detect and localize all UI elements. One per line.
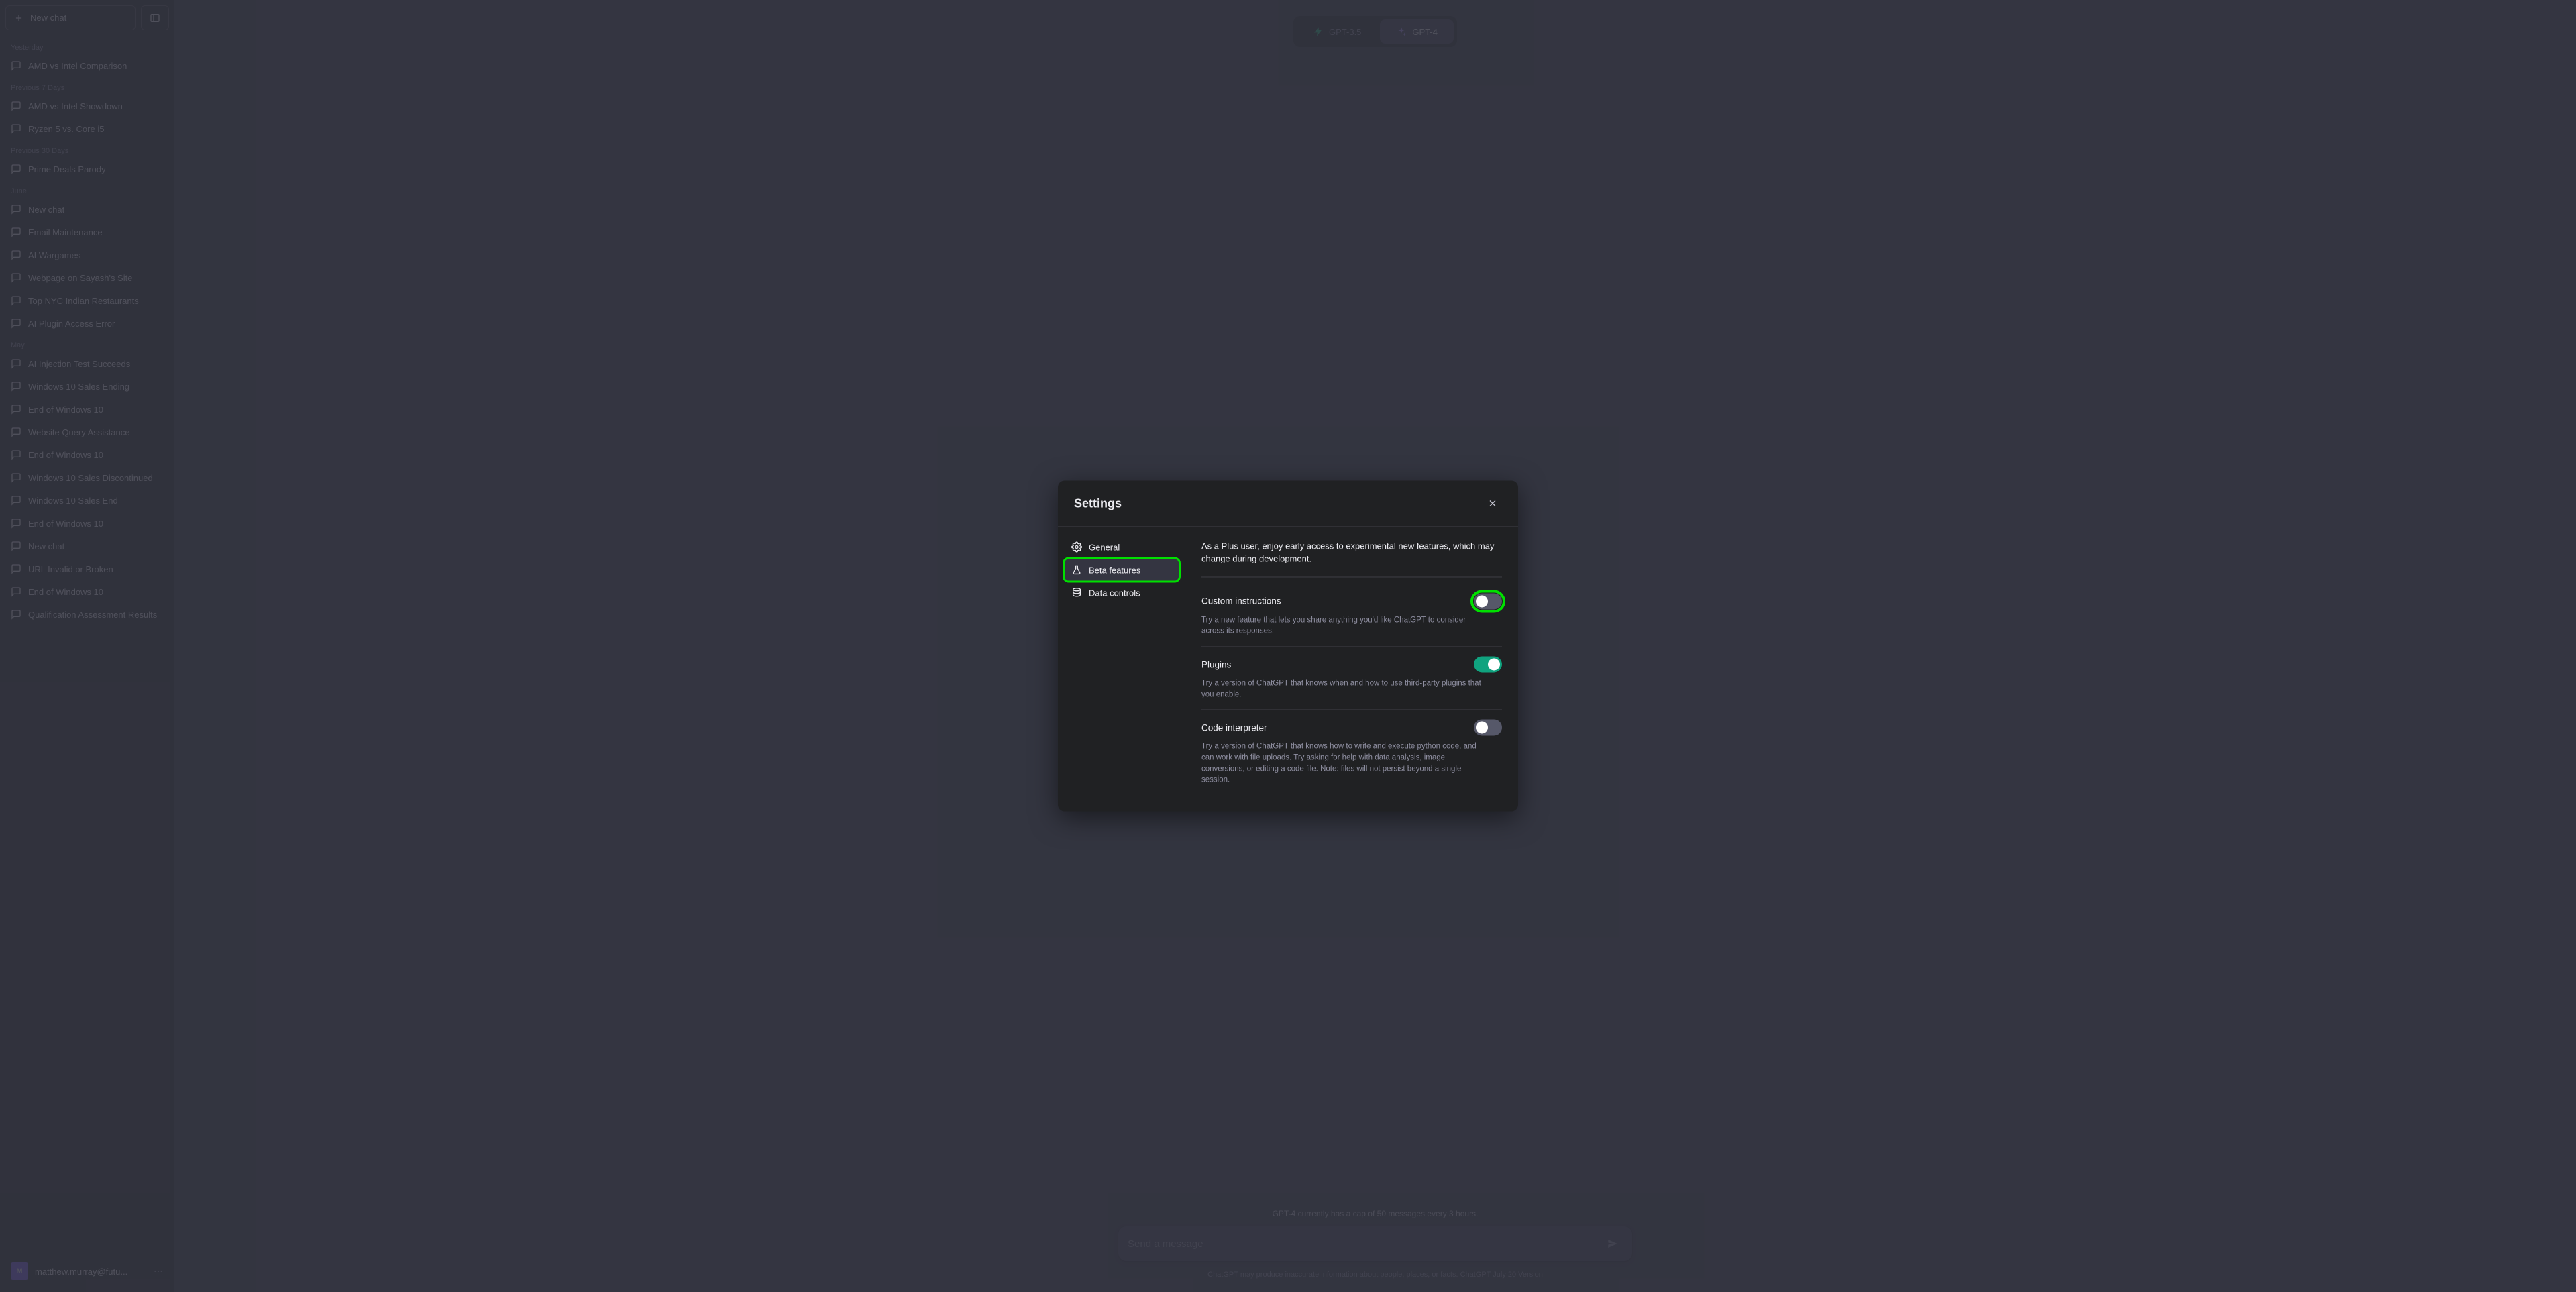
toggle-code-interpreter[interactable] — [1474, 720, 1502, 736]
settings-nav: General Beta features Data controls — [1058, 527, 1185, 811]
modal-title: Settings — [1074, 496, 1122, 510]
setting-code-interpreter: Code interpreter Try a version of ChatGPT… — [1201, 710, 1502, 796]
setting-custom-instructions: Custom instructions Try a new feature tha… — [1201, 584, 1502, 647]
close-button[interactable] — [1483, 494, 1502, 513]
settings-nav-label: Beta features — [1089, 565, 1140, 575]
settings-content: As a Plus user, enjoy early access to ex… — [1185, 527, 1518, 811]
close-icon — [1487, 498, 1498, 508]
setting-description: Try a new feature that lets you share an… — [1201, 614, 1490, 637]
setting-description: Try a version of ChatGPT that knows when… — [1201, 678, 1490, 700]
beaker-icon — [1071, 564, 1082, 575]
settings-nav-label: Data controls — [1089, 588, 1140, 598]
setting-description: Try a version of ChatGPT that knows how … — [1201, 741, 1490, 786]
gear-icon — [1071, 541, 1082, 552]
setting-plugins: Plugins Try a version of ChatGPT that kno… — [1201, 647, 1502, 710]
setting-label: Code interpreter — [1201, 722, 1267, 733]
settings-nav-beta-features[interactable]: Beta features — [1065, 559, 1179, 580]
setting-label: Custom instructions — [1201, 596, 1281, 606]
db-icon — [1071, 587, 1082, 598]
settings-nav-label: General — [1089, 542, 1120, 552]
settings-nav-data-controls[interactable]: Data controls — [1065, 582, 1179, 603]
toggle-plugins[interactable] — [1474, 657, 1502, 673]
setting-label: Plugins — [1201, 659, 1231, 669]
beta-intro-text: As a Plus user, enjoy early access to ex… — [1201, 540, 1502, 577]
settings-modal: Settings General Beta features Data contro… — [1058, 480, 1518, 811]
toggle-custom-instructions[interactable] — [1474, 593, 1502, 609]
settings-nav-general[interactable]: General — [1065, 536, 1179, 557]
